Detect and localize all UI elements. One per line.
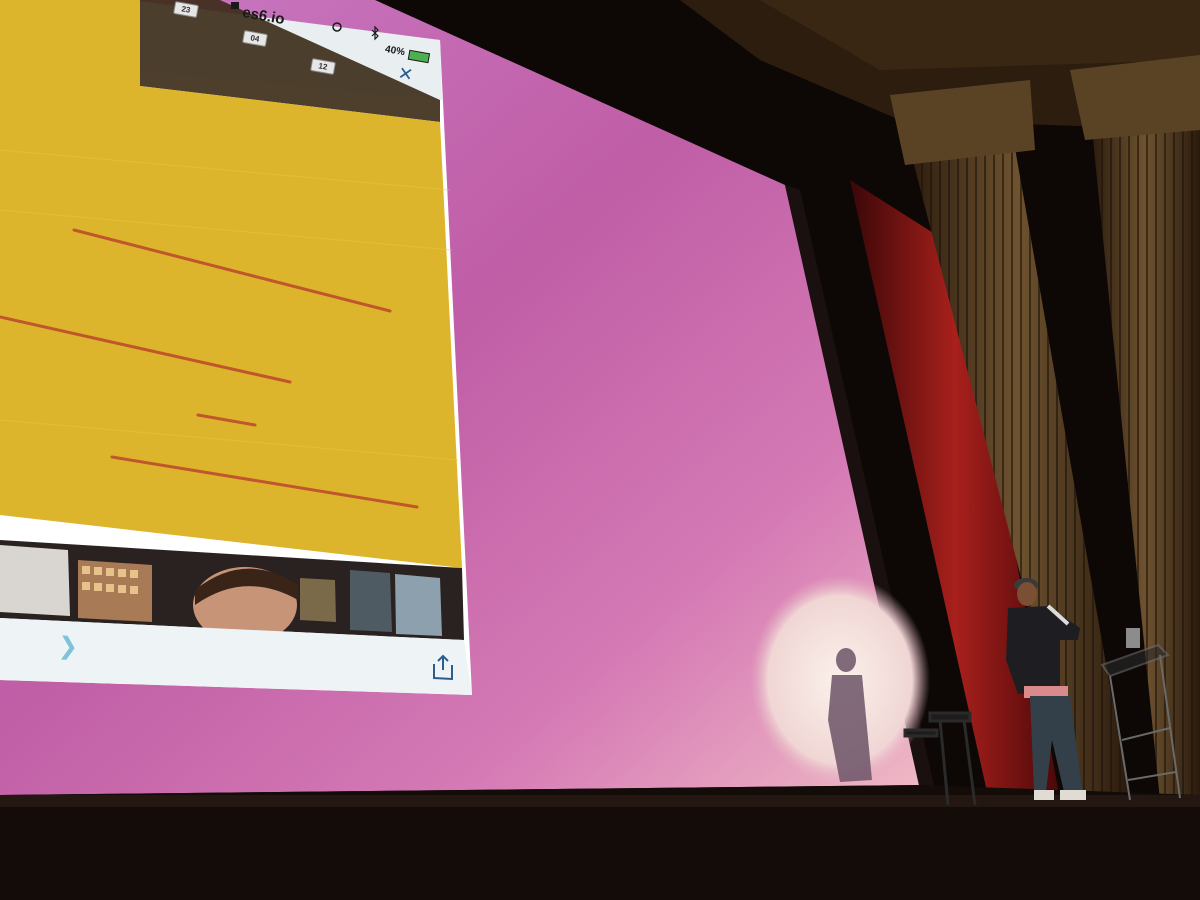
stage-photo — [0, 0, 1200, 900]
laptop — [1126, 628, 1140, 648]
lock-icon — [231, 2, 239, 9]
chevron-right-icon[interactable]: ❯ — [57, 631, 79, 660]
phone-mirror — [0, 0, 472, 695]
